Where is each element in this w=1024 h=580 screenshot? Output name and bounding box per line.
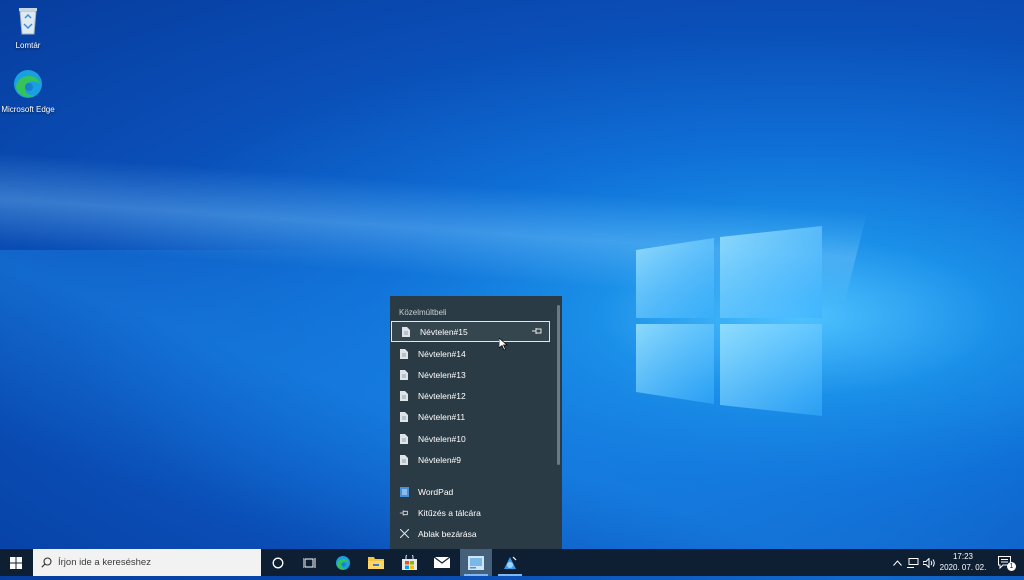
desktop-icon-recycle-bin[interactable]: Lomtár — [0, 4, 56, 51]
recent-item[interactable]: Névtelen#13 — [390, 364, 552, 385]
action-center-button[interactable]: 1 — [994, 549, 1016, 576]
desktop-icon-label: Microsoft Edge — [1, 105, 55, 114]
taskbar: Írjon ide a kereséshez 17:23 2020. 07. 0… — [0, 549, 1024, 576]
document-icon — [399, 454, 409, 466]
pin-icon[interactable] — [531, 326, 543, 338]
clock-date: 2020. 07. 02. — [939, 563, 987, 572]
recent-item[interactable]: Névtelen#11 — [390, 406, 552, 427]
jump-list-scrollbar[interactable] — [557, 305, 560, 465]
recent-item[interactable]: Névtelen#14 — [390, 343, 552, 364]
network-button[interactable] — [905, 549, 921, 576]
recent-item[interactable]: Névtelen#15 — [391, 321, 550, 342]
clock-time: 17:23 — [952, 552, 974, 561]
task-wordpad[interactable]: WordPad — [390, 481, 552, 502]
close-icon — [399, 528, 409, 540]
show-hidden-icons-button[interactable] — [890, 549, 904, 576]
mail-icon — [434, 557, 450, 568]
edge-icon — [336, 555, 350, 570]
recent-item[interactable]: Névtelen#10 — [390, 428, 552, 449]
edge-icon — [14, 70, 42, 98]
taskbar-clock[interactable]: 17:23 2020. 07. 02. — [936, 551, 990, 573]
recent-item[interactable]: Névtelen#9 — [390, 449, 552, 470]
document-icon — [399, 433, 409, 445]
taskbar-store[interactable] — [393, 549, 425, 576]
desktop-icon-edge[interactable]: Microsoft Edge — [0, 68, 56, 115]
task-label: Ablak bezárása — [418, 528, 477, 539]
taskbar-file-explorer[interactable] — [360, 549, 392, 576]
document-icon — [399, 411, 409, 423]
task-view-icon — [303, 557, 316, 568]
volume-button[interactable] — [921, 549, 937, 576]
cortana-icon — [272, 557, 284, 568]
document-icon — [399, 348, 409, 360]
recent-item-label: Névtelen#9 — [418, 454, 462, 465]
mouse-cursor-icon — [499, 338, 508, 351]
taskbar-paint[interactable] — [460, 549, 492, 576]
network-icon — [907, 557, 919, 568]
document-icon — [401, 326, 411, 338]
document-icon — [399, 369, 409, 381]
desktop-icon-label: Lomtár — [15, 41, 41, 50]
app-icon — [504, 556, 517, 569]
recent-item-label: Névtelen#15 — [420, 326, 468, 337]
pin-icon — [399, 507, 409, 519]
recent-item-label: Névtelen#13 — [418, 369, 466, 380]
recent-item-label: Névtelen#10 — [418, 433, 466, 444]
chevron-up-icon — [892, 559, 902, 566]
task-close-window[interactable]: Ablak bezárása — [390, 523, 552, 544]
recycle-bin-icon — [19, 8, 37, 35]
taskbar-mail[interactable] — [426, 549, 458, 576]
search-icon — [41, 557, 52, 568]
recent-item-label: Névtelen#12 — [418, 390, 466, 401]
notification-count-badge: 1 — [1007, 562, 1016, 571]
jump-list: Közelmúltbeli Névtelen#15 Névtelen#14 Né… — [390, 296, 562, 549]
windows-logo-wallpaper — [636, 226, 822, 416]
taskbar-search-box[interactable]: Írjon ide a kereséshez — [33, 549, 261, 576]
cortana-button[interactable] — [262, 549, 294, 576]
document-icon — [399, 390, 409, 402]
paint-icon — [468, 555, 484, 570]
store-icon — [401, 555, 417, 570]
start-button[interactable] — [0, 549, 32, 576]
recent-item[interactable]: Névtelen#12 — [390, 385, 552, 406]
recent-item-label: Névtelen#14 — [418, 348, 466, 359]
taskbar-edge[interactable] — [327, 549, 359, 576]
task-view-button[interactable] — [294, 549, 326, 576]
search-placeholder: Írjon ide a kereséshez — [58, 557, 151, 568]
speaker-icon — [922, 557, 935, 568]
task-pin-to-taskbar[interactable]: Kitűzés a tálcára — [390, 502, 552, 523]
windows-start-icon — [10, 556, 22, 569]
task-label: WordPad — [418, 486, 454, 497]
wordpad-icon — [399, 486, 409, 498]
taskbar-app[interactable] — [494, 549, 526, 576]
recent-item-label: Névtelen#11 — [418, 411, 466, 422]
jump-list-header: Közelmúltbeli — [399, 308, 447, 317]
task-label: Kitűzés a tálcára — [418, 507, 481, 518]
file-explorer-icon — [368, 557, 384, 569]
